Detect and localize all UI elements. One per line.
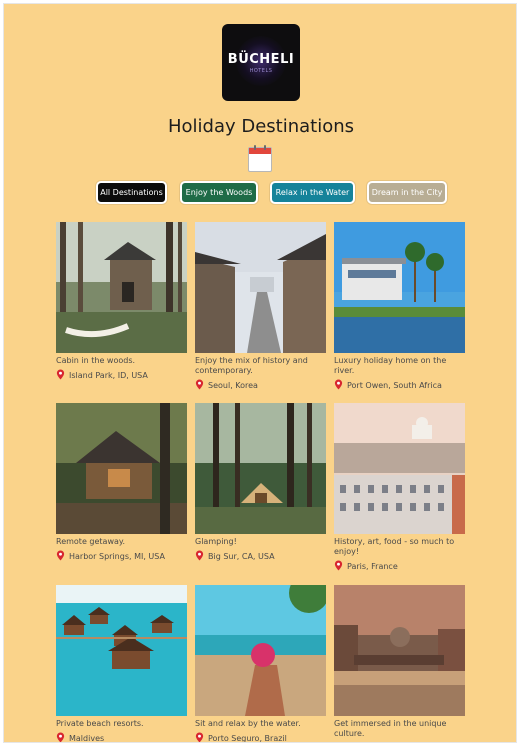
map-pin-icon (195, 379, 204, 390)
destination-caption: Sit and relax by the water. (195, 719, 301, 728)
seoul-street-photo[interactable] (195, 222, 326, 353)
map-pin-icon (195, 732, 204, 742)
destination-card[interactable]: Cabin in the woods. Island Park, ID, USA (56, 222, 187, 381)
location-text: Big Sur, CA, USA (208, 552, 275, 561)
map-pin-icon (56, 732, 65, 742)
destination-location: Porto Seguro, Brazil (195, 732, 326, 743)
venice-canal-photo[interactable] (334, 585, 465, 716)
overwater-bungalows-photo[interactable] (56, 585, 187, 716)
map-pin-icon (334, 560, 343, 571)
destination-caption: Enjoy the mix of history and contemporar… (195, 356, 308, 375)
brand-logo[interactable]: BÜCHELI HOTELS (222, 24, 300, 101)
destination-card[interactable]: History, art, food - so much to enjoy! Pa… (334, 403, 465, 572)
filter-woods-button[interactable]: Enjoy the Woods (180, 181, 258, 204)
destination-caption: Remote getaway. (56, 537, 126, 546)
destination-card[interactable]: Glamping! Big Sur, CA, USA (195, 403, 326, 562)
destination-location: Island Park, ID, USA (56, 369, 187, 381)
location-text: Seoul, Korea (208, 381, 258, 390)
destination-caption: Luxury holiday home on the river. (334, 356, 447, 375)
page-frame: BÜCHELI HOTELS Holiday Destinations All … (3, 3, 517, 743)
map-pin-icon (56, 550, 65, 561)
logo-subtext: HOTELS (249, 67, 273, 74)
glamping-tent-photo[interactable] (195, 403, 326, 534)
location-text: Port Owen, South Africa (347, 381, 442, 390)
destination-location: Paris, France (334, 560, 465, 572)
destination-card[interactable]: Sit and relax by the water. Porto Seguro,… (195, 585, 326, 743)
location-text: Maldives (69, 734, 105, 743)
filter-city-button[interactable]: Dream in the City (367, 181, 447, 204)
paris-city-photo[interactable] (334, 403, 465, 534)
location-text: Porto Seguro, Brazil (208, 734, 287, 743)
location-text: Harbor Springs, MI, USA (69, 552, 165, 561)
destination-caption: History, art, food - so much to enjoy! (334, 537, 455, 556)
destination-caption: Get immersed in the unique culture. (334, 719, 447, 738)
cabin-woods-photo[interactable] (56, 222, 187, 353)
destination-card[interactable]: Remote getaway. Harbor Springs, MI, USA (56, 403, 187, 562)
filter-water-button[interactable]: Relax in the Water (270, 181, 355, 204)
destination-card[interactable]: Enjoy the mix of history and contemporar… (195, 222, 326, 391)
location-text: Paris, France (347, 562, 398, 571)
destination-location: Port Owen, South Africa (334, 379, 465, 391)
destination-caption: Private beach resorts. (56, 719, 144, 728)
map-pin-icon (334, 379, 343, 390)
forest-cabin-photo[interactable] (56, 403, 187, 534)
destination-location: Maldives (56, 732, 187, 743)
destination-location: Seoul, Korea (195, 379, 326, 391)
filter-all-destinations-button[interactable]: All Destinations (96, 181, 167, 204)
beach-drink-photo[interactable] (195, 585, 326, 716)
destination-card[interactable]: Private beach resorts. Maldives (56, 585, 187, 743)
destination-card[interactable]: Get immersed in the unique culture. (334, 585, 465, 739)
destination-location: Big Sur, CA, USA (195, 550, 326, 562)
map-pin-icon (195, 550, 204, 561)
location-text: Island Park, ID, USA (69, 371, 148, 380)
map-pin-icon (56, 369, 65, 380)
destination-caption: Cabin in the woods. (56, 356, 136, 365)
river-home-photo[interactable] (334, 222, 465, 353)
page-title: Holiday Destinations (167, 116, 355, 137)
destination-location: Harbor Springs, MI, USA (56, 550, 187, 562)
logo-text: BÜCHELI (227, 51, 295, 67)
calendar-icon (248, 145, 272, 172)
destination-card[interactable]: Luxury holiday home on the river. Port Ow… (334, 222, 465, 391)
destination-caption: Glamping! (195, 537, 237, 546)
